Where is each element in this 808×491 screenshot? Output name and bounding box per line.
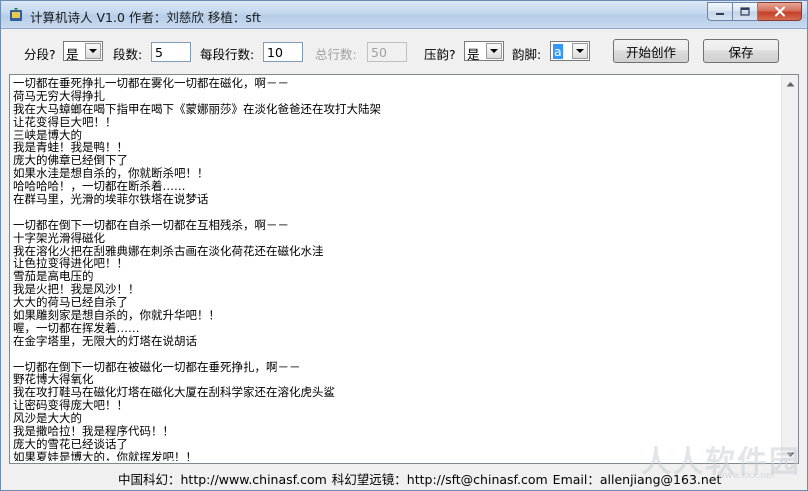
lines-per-paragraph-input[interactable]: 10 — [263, 42, 303, 62]
poem-line: 我是青蛙！我是鸭！！ — [13, 140, 128, 155]
poem-line: 荷马无穷大得挣扎 — [13, 88, 105, 103]
scroll-down-icon — [786, 452, 795, 457]
rhyme-foot-select[interactable]: a — [550, 41, 590, 61]
app-window: 计算机诗人 V1.0 作者：刘慈欣 移植：sft 分段? 是 段数: 5 每段行… — [0, 0, 808, 491]
rhyme-select[interactable]: 是 — [464, 41, 504, 62]
poem-line: 喔，一切都在挥发着…… — [13, 320, 140, 335]
scroll-up-icon — [786, 81, 795, 86]
total-lines-input: 50 — [367, 42, 407, 62]
paragraph-count-input[interactable]: 5 — [151, 42, 191, 62]
title-bar[interactable]: 计算机诗人 V1.0 作者：刘慈欣 移植：sft — [1, 1, 807, 29]
chevron-down-icon[interactable] — [572, 43, 588, 59]
paragraph-select-value: 是 — [66, 47, 79, 62]
rhyme-foot-select-value: a — [553, 44, 563, 59]
poem-line: 让色拉变得进化吧！！ — [13, 256, 128, 271]
poem-line: 如果夏娃是博大的，你就挥发吧！！ — [13, 449, 197, 461]
poem-line: 我在大马蟑螂在喝下指甲在喝下《蒙娜丽莎》在淡化爸爸还在攻打大陆架 — [13, 101, 381, 116]
close-button[interactable] — [758, 2, 802, 21]
window-controls — [707, 2, 802, 21]
status-links: 中国科幻：http://www.chinasf.com 科幻望远镜：http:/… — [118, 472, 722, 487]
maximize-icon — [740, 7, 750, 16]
poem-line: 一切都在倒下一切都在被磁化一切都在垂死挣扎，啊－－ — [13, 359, 301, 374]
poem-line: 三峡是博大的 — [13, 127, 82, 142]
rhyme-foot-selected-text: a — [553, 44, 563, 59]
poem-line: 在金字塔里，无限大的灯塔在说胡话 — [13, 333, 197, 348]
start-create-button[interactable]: 开始创作 — [613, 39, 689, 63]
chevron-down-icon[interactable] — [486, 43, 502, 59]
scroll-up-button[interactable] — [782, 75, 799, 92]
paragraph-label: 分段? — [24, 47, 56, 62]
poem-line: 让花变得巨大吧！！ — [13, 114, 117, 129]
maximize-button[interactable] — [733, 2, 758, 21]
poem-line — [13, 348, 780, 361]
scroll-down-button[interactable] — [782, 446, 799, 463]
scrollbar-track[interactable] — [782, 92, 799, 446]
lines-per-paragraph-label: 每段行数: — [200, 47, 255, 62]
total-lines-label: 总行数: — [315, 47, 357, 62]
poem-line: 如果雕刻家是想自杀的，你就升华吧！！ — [13, 308, 220, 323]
chevron-down-icon[interactable] — [85, 43, 101, 59]
poem-line: 一切都在倒下一切都在自杀一切都在互相残杀，啊－－ — [13, 217, 289, 232]
poem-text[interactable]: 一切都在垂死挣扎一切都在雾化一切都在磁化，啊－－ 荷马无穷大得挣扎 我在大马蟑螂在喝… — [13, 77, 780, 461]
app-icon — [10, 8, 22, 21]
poem-line: 我是撒哈拉！我是程序代码！！ — [13, 424, 174, 439]
poem-line: 在群马里，光滑的埃菲尔铁塔在说梦话 — [13, 192, 209, 207]
status-bar: 中国科幻：http://www.chinasf.com 科幻望远镜：http:/… — [1, 465, 807, 490]
rhyme-select-value: 是 — [467, 47, 480, 62]
minimize-icon — [716, 12, 724, 15]
poem-line — [13, 206, 780, 219]
poem-line: 我在溶化火把在刮雅典娜在刺杀古画在淡化荷花还在磁化水洼 — [13, 243, 324, 258]
options-toolbar: 分段? 是 段数: 5 每段行数: 10 总行数: 50 压韵? 是 韵脚: a… — [1, 30, 807, 70]
poem-line: 一切都在垂死挣扎一切都在雾化一切都在磁化，啊－－ — [13, 77, 289, 90]
poem-textarea[interactable]: 一切都在垂死挣扎一切都在雾化一切都在磁化，啊－－ 荷马无穷大得挣扎 我在大马蟑螂在喝… — [9, 74, 799, 464]
paragraph-select[interactable]: 是 — [63, 41, 103, 62]
close-icon — [774, 6, 785, 17]
paragraph-count-label: 段数: — [113, 47, 143, 62]
vertical-scrollbar[interactable] — [781, 75, 798, 463]
save-button[interactable]: 保存 — [703, 39, 779, 63]
poem-line: 庞大的雪花已经谈话了 — [13, 436, 128, 451]
rhyme-foot-label: 韵脚: — [512, 47, 542, 62]
poem-line: 十字架光滑得磁化 — [13, 230, 105, 245]
poem-line: 我在攻打鞋马在磁化灯塔在磁化大厦在刮科学家还在溶化虎头鲨 — [13, 385, 335, 400]
window-title: 计算机诗人 V1.0 作者：刘慈欣 移植：sft — [30, 10, 261, 25]
poem-line: 我是火把！我是风沙！！ — [13, 282, 140, 297]
minimize-button[interactable] — [707, 2, 733, 21]
poem-line: 让密码变得庞大吧！！ — [13, 398, 128, 413]
rhyme-label: 压韵? — [424, 47, 456, 62]
